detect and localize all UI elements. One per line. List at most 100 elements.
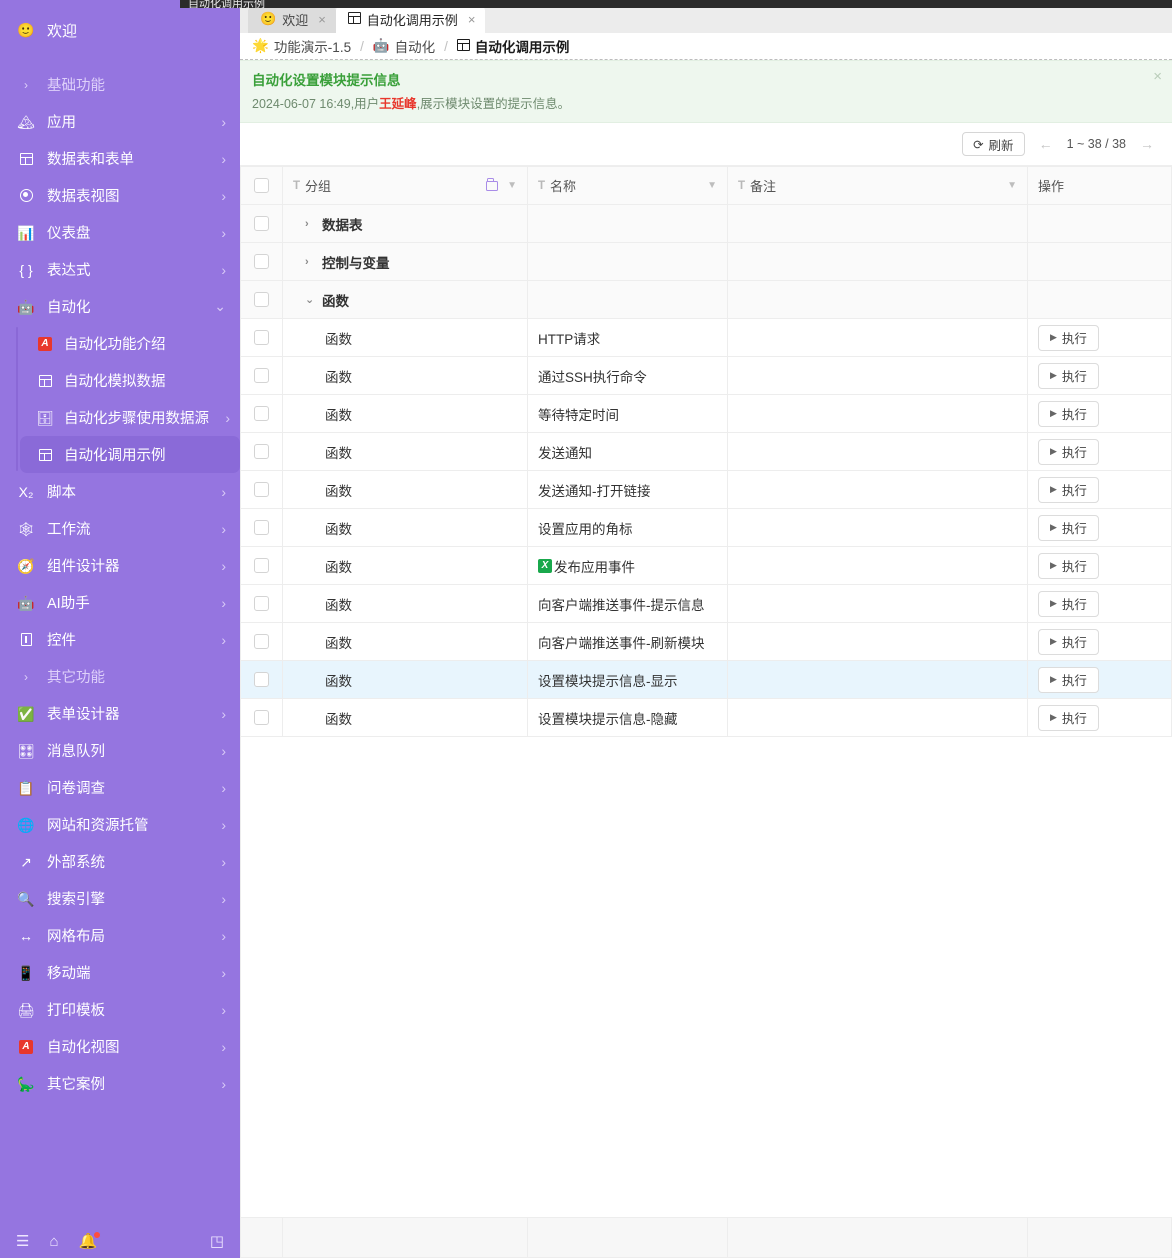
row-checkbox[interactable] (254, 558, 269, 573)
table-row[interactable]: 函数 发送通知-打开链接 ▶执行 (241, 471, 1172, 509)
sidebar-item-grid-layout[interactable]: ↔ 网格布局 › (0, 917, 240, 954)
close-icon[interactable]: × (1153, 69, 1162, 84)
sidebar-item-form-designer[interactable]: ✅ 表单设计器 › (0, 695, 240, 732)
sidebar-item-automation-datasource[interactable]: 🗄 自动化步骤使用数据源 › (20, 399, 240, 436)
execute-button[interactable]: ▶执行 (1038, 515, 1099, 541)
sidebar-item-apps[interactable]: 🏔 应用 › (0, 103, 240, 140)
row-checkbox[interactable] (254, 672, 269, 687)
breadcrumb-item-automation[interactable]: 🤖 自动化 (373, 36, 435, 56)
execute-button[interactable]: ▶执行 (1038, 325, 1099, 351)
column-header-remark[interactable]: T 备注 ▼ (728, 167, 1028, 205)
chevron-right-icon[interactable]: › (305, 256, 314, 268)
sidebar-item-label: 数据表视图 (47, 185, 215, 206)
row-checkbox[interactable] (254, 254, 269, 269)
sidebar-item-automation[interactable]: 🤖 自动化 ⌄ (0, 288, 240, 325)
sidebar-item-automation-call-examples[interactable]: 自动化调用示例 (20, 436, 240, 473)
refresh-button[interactable]: ⟳ 刷新 (962, 132, 1025, 156)
table-row[interactable]: 函数 X发布应用事件 ▶执行 (241, 547, 1172, 585)
table-row[interactable]: 函数 HTTP请求 ▶执行 (241, 319, 1172, 357)
row-select-cell (241, 547, 283, 585)
table-row[interactable]: 函数 等待特定时间 ▶执行 (241, 395, 1172, 433)
table-row[interactable]: 函数 设置应用的角标 ▶执行 (241, 509, 1172, 547)
sidebar-item-welcome[interactable]: 🙂 欢迎 (0, 8, 240, 52)
filter-icon[interactable]: ▼ (507, 180, 517, 191)
sidebar-item-scripts[interactable]: X₂ 脚本 › (0, 473, 240, 510)
column-header-name[interactable]: T 名称 ▼ (528, 167, 728, 205)
table-row[interactable]: 函数 发送通知 ▶执行 (241, 433, 1172, 471)
sidebar-item-label: 工作流 (47, 518, 215, 539)
row-checkbox[interactable] (254, 216, 269, 231)
row-checkbox[interactable] (254, 444, 269, 459)
triangle-alert-icon[interactable]: ⌂ (49, 1234, 58, 1249)
sidebar-item-controls[interactable]: 控件 › (0, 621, 240, 658)
row-checkbox[interactable] (254, 482, 269, 497)
sidebar-item-message-queue[interactable]: 🎛 消息队列 › (0, 732, 240, 769)
sidebar-item-web-hosting[interactable]: 🌐 网站和资源托管 › (0, 806, 240, 843)
play-icon: ▶ (1050, 522, 1057, 533)
sidebar-item-search-engine[interactable]: 🔍 搜索引擎 › (0, 880, 240, 917)
row-checkbox[interactable] (254, 710, 269, 725)
row-checkbox[interactable] (254, 596, 269, 611)
table-row[interactable]: 函数 设置模块提示信息-显示 ▶执行 (241, 661, 1172, 699)
sidebar-item-dashboard[interactable]: 📊 仪表盘 › (0, 214, 240, 251)
sidebar-item-other-features[interactable]: › 其它功能 (0, 658, 240, 695)
folder-icon[interactable] (486, 181, 498, 191)
row-checkbox[interactable] (254, 368, 269, 383)
execute-button[interactable]: ▶执行 (1038, 401, 1099, 427)
chevron-down-icon[interactable]: ⌄ (305, 293, 314, 306)
close-icon[interactable]: × (318, 12, 326, 27)
table-row[interactable]: 函数 通过SSH执行命令 ▶执行 (241, 357, 1172, 395)
sidebar-item-table-views[interactable]: 数据表视图 › (0, 177, 240, 214)
panel-toggle-icon[interactable]: ◳ (210, 1234, 224, 1249)
sidebar-item-print-template[interactable]: 🖨 打印模板 › (0, 991, 240, 1028)
execute-button[interactable]: ▶执行 (1038, 667, 1099, 693)
execute-button[interactable]: ▶执行 (1038, 363, 1099, 389)
table-row[interactable]: 函数 设置模块提示信息-隐藏 ▶执行 (241, 699, 1172, 737)
execute-button[interactable]: ▶执行 (1038, 591, 1099, 617)
sidebar-item-automation-view[interactable]: A 自动化视图 › (0, 1028, 240, 1065)
breadcrumb-item-demo[interactable]: 🌟 功能演示-1.5 (252, 36, 351, 56)
row-checkbox[interactable] (254, 406, 269, 421)
execute-button[interactable]: ▶执行 (1038, 553, 1099, 579)
table-group-row[interactable]: › 数据表 (241, 205, 1172, 243)
execute-button[interactable]: ▶执行 (1038, 629, 1099, 655)
queue-icon: 🎛 (16, 744, 36, 758)
bell-icon[interactable]: 🔔 (79, 1234, 98, 1249)
sidebar-item-questionnaire[interactable]: 📋 问卷调查 › (0, 769, 240, 806)
prev-page-button[interactable]: ← (1039, 136, 1053, 152)
external-link-icon: ↗ (16, 855, 36, 869)
select-all-checkbox[interactable] (254, 178, 269, 193)
sidebar-item-basic-features[interactable]: › 基础功能 (0, 66, 240, 103)
column-header-group[interactable]: T 分组 ▼ (283, 167, 528, 205)
table-row[interactable]: 函数 向客户端推送事件-刷新模块 ▶执行 (241, 623, 1172, 661)
sidebar-item-tables-forms[interactable]: 数据表和表单 › (0, 140, 240, 177)
chevron-right-icon[interactable]: › (305, 218, 314, 230)
filter-icon[interactable]: ▼ (1007, 180, 1017, 191)
sidebar-item-component-designer[interactable]: 🧭 组件设计器 › (0, 547, 240, 584)
execute-button[interactable]: ▶执行 (1038, 477, 1099, 503)
sidebar-item-workflow[interactable]: 🕸 工作流 › (0, 510, 240, 547)
tab-automation-call-examples[interactable]: 自动化调用示例 × (336, 5, 486, 33)
next-page-button[interactable]: → (1140, 136, 1154, 152)
execute-button[interactable]: ▶执行 (1038, 439, 1099, 465)
row-checkbox[interactable] (254, 634, 269, 649)
execute-button[interactable]: ▶执行 (1038, 705, 1099, 731)
row-checkbox[interactable] (254, 330, 269, 345)
sidebar-item-automation-intro[interactable]: A 自动化功能介绍 (20, 325, 240, 362)
table-group-row[interactable]: ⌄ 函数 (241, 281, 1172, 319)
sidebar-item-automation-mock-data[interactable]: 自动化模拟数据 (20, 362, 240, 399)
filter-icon[interactable]: ▼ (707, 180, 717, 191)
sidebar-item-expressions[interactable]: { } 表达式 › (0, 251, 240, 288)
row-checkbox[interactable] (254, 520, 269, 535)
table-row[interactable]: 函数 向客户端推送事件-提示信息 ▶执行 (241, 585, 1172, 623)
sidebar-item-ai-assistant[interactable]: 🤖 AI助手 › (0, 584, 240, 621)
hamburger-icon[interactable]: ☰ (16, 1234, 29, 1249)
sidebar-item-other-cases[interactable]: 🦕 其它案例 › (0, 1065, 240, 1102)
table-group-row[interactable]: › 控制与变量 (241, 243, 1172, 281)
row-checkbox[interactable] (254, 292, 269, 307)
tab-welcome[interactable]: 🙂 欢迎 × (248, 5, 336, 33)
close-icon[interactable]: × (468, 12, 476, 27)
sidebar-item-mobile[interactable]: 📱 移动端 › (0, 954, 240, 991)
sidebar-item-external-systems[interactable]: ↗ 外部系统 › (0, 843, 240, 880)
sidebar: 🙂 欢迎 › 基础功能 🏔 应用 › 数据表和表单 › 数据表视图 › (0, 0, 240, 1258)
